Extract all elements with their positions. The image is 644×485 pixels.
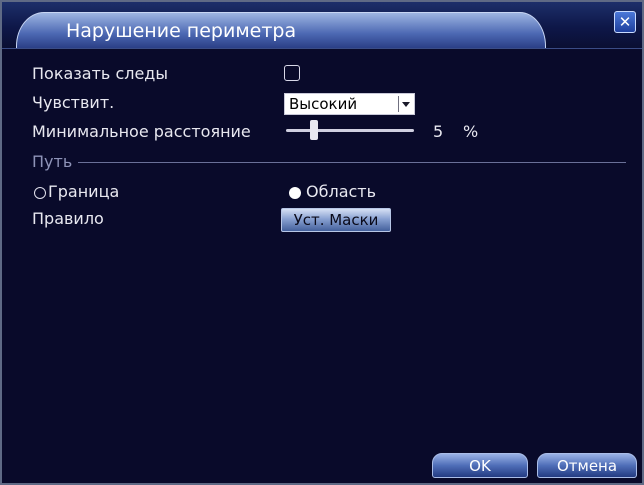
min-distance-slider-thumb[interactable] bbox=[310, 120, 318, 140]
cancel-button[interactable]: Отмена bbox=[537, 453, 637, 478]
border-radio[interactable] bbox=[34, 187, 46, 199]
title-bar: Нарушение периметра ✕ bbox=[2, 2, 642, 49]
show-traces-label: Показать следы bbox=[32, 64, 168, 83]
close-button[interactable]: ✕ bbox=[614, 11, 636, 33]
perimeter-violation-dialog: Нарушение периметра ✕ Показать следы Чув… bbox=[0, 0, 644, 485]
sensitivity-value: Высокий bbox=[289, 95, 358, 113]
sensitivity-label: Чувствит. bbox=[32, 93, 115, 112]
rule-label: Правило bbox=[32, 209, 104, 228]
close-icon: ✕ bbox=[618, 13, 632, 31]
border-radio-label: Граница bbox=[48, 182, 120, 201]
sensitivity-select[interactable]: Высокий bbox=[284, 93, 415, 115]
show-traces-checkbox[interactable] bbox=[284, 65, 300, 81]
min-distance-slider[interactable] bbox=[286, 129, 414, 132]
path-section-label: Путь bbox=[32, 152, 73, 171]
dialog-title: Нарушение периметра bbox=[66, 20, 297, 42]
area-radio-label: Область bbox=[306, 182, 377, 201]
path-section-divider bbox=[78, 162, 626, 163]
ok-button[interactable]: OK bbox=[432, 453, 528, 478]
chevron-down-icon bbox=[398, 96, 412, 112]
min-distance-unit: % bbox=[463, 122, 479, 141]
min-distance-value: 5 bbox=[433, 122, 444, 141]
set-mask-button[interactable]: Уст. Маски bbox=[281, 208, 391, 232]
area-radio[interactable] bbox=[289, 187, 301, 199]
min-distance-label: Минимальное расстояние bbox=[32, 122, 251, 141]
